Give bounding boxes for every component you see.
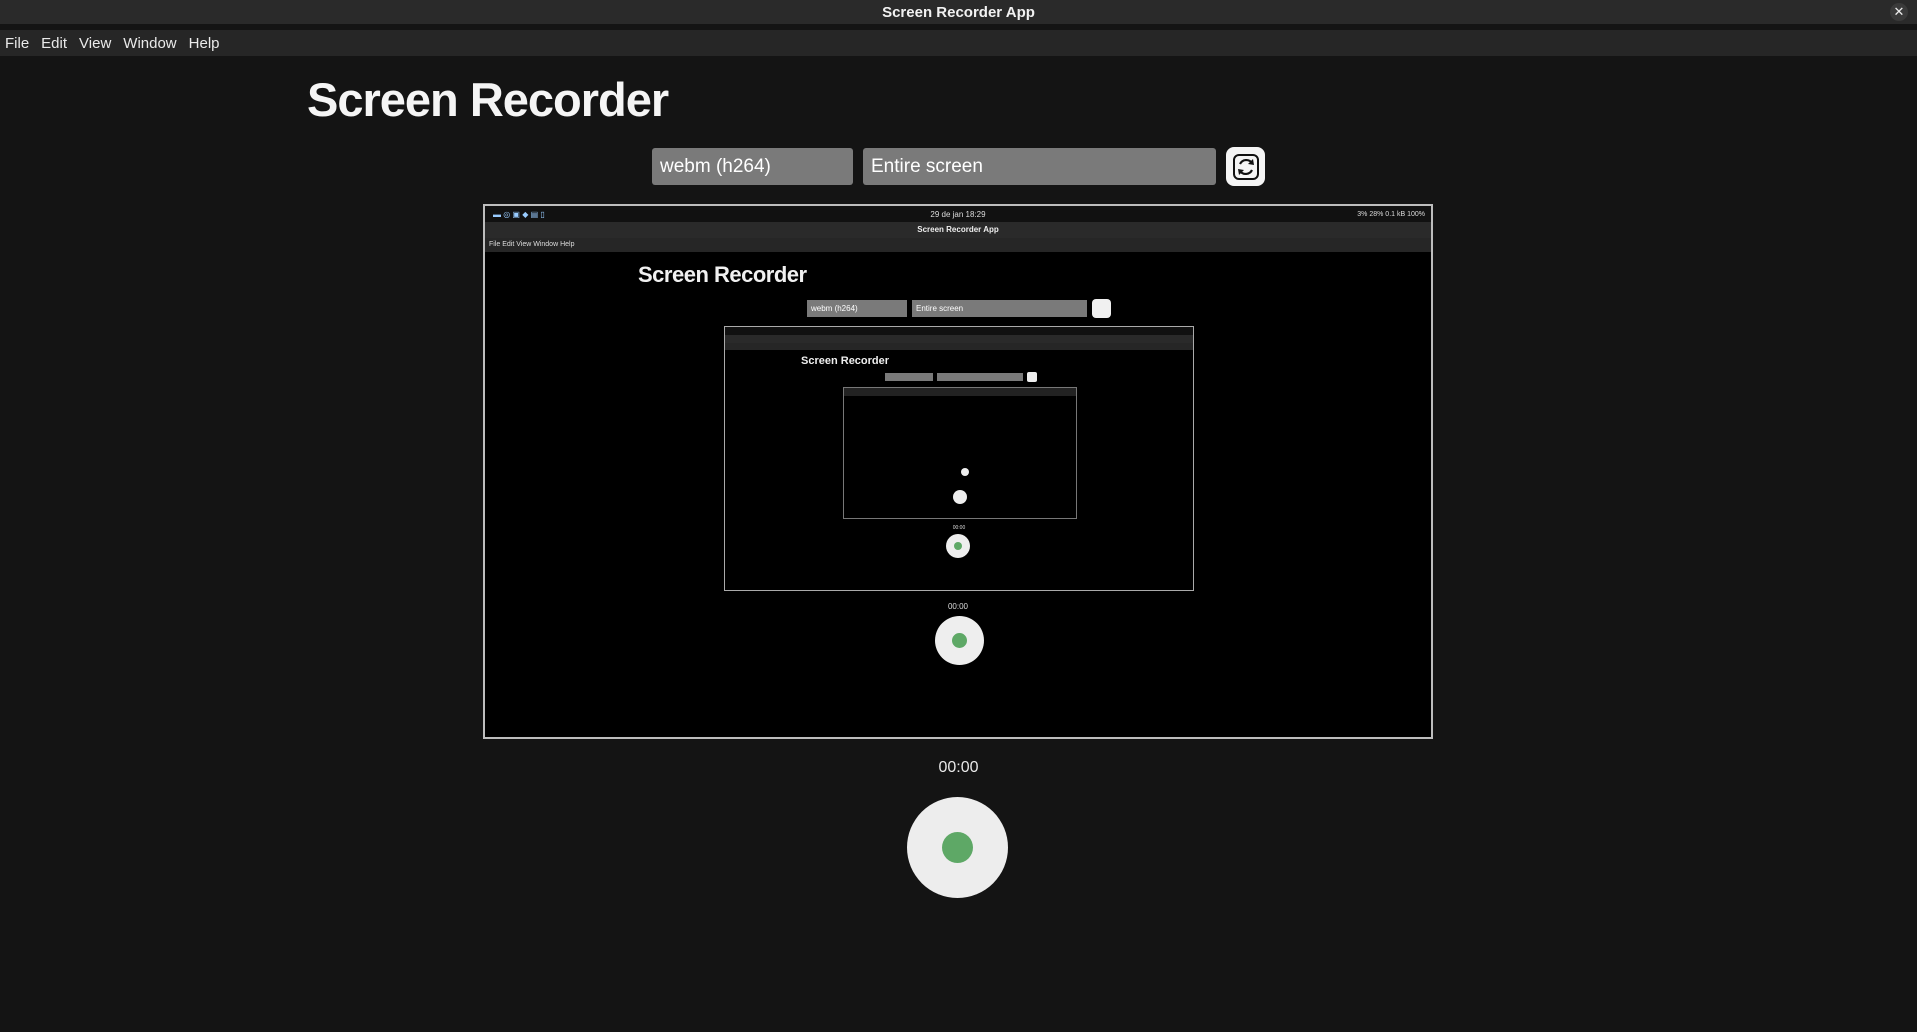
preview-system-topbar: ▬ ◎ ▣ ◆ ▤ ▯ 29 de jan 18:29 3% 28% 0.1 k… (485, 206, 1431, 222)
window-title: Screen Recorder App (882, 3, 1035, 21)
preview-dock-icons: ▬ ◎ ▣ ◆ ▤ ▯ (493, 209, 545, 219)
nested-titlebar (725, 335, 1193, 343)
inner-record-button (953, 490, 967, 504)
preview-menu: File Edit View Window Help (485, 238, 1431, 252)
record-dot-icon (942, 832, 973, 863)
refresh-icon (1232, 153, 1259, 180)
nested-heading: Screen Recorder (801, 355, 890, 367)
inner-record-dot (961, 468, 969, 476)
format-select[interactable]: webm (h264) (652, 148, 853, 185)
preview-refresh-icon (1092, 299, 1111, 318)
record-button[interactable] (907, 797, 1008, 898)
menu-file[interactable]: File (5, 35, 29, 52)
nested-refresh-icon (1027, 372, 1037, 382)
nested-record-dot (954, 542, 962, 550)
preview-record-button (935, 616, 984, 665)
menu-bar: File Edit View Window Help (0, 30, 1917, 56)
preview-controls: webm (h264) Entire screen (807, 299, 1111, 318)
preview-source-select: Entire screen (912, 300, 1087, 317)
screen-preview: ▬ ◎ ▣ ◆ ▤ ▯ 29 de jan 18:29 3% 28% 0.1 k… (483, 204, 1433, 739)
nested-record-button (946, 534, 970, 558)
preview-format-select: webm (h264) (807, 300, 907, 317)
preview-record-dot (952, 633, 967, 648)
preview-window-title: Screen Recorder App (485, 222, 1431, 238)
nested-inner-preview (843, 387, 1077, 519)
preview-heading: Screen Recorder (638, 262, 807, 287)
recording-timer: 00:00 (938, 759, 979, 776)
nested-source-select (937, 373, 1023, 381)
source-select[interactable]: Entire screen (863, 148, 1216, 185)
menu-help[interactable]: Help (189, 35, 220, 52)
main-content: Screen Recorder webm (h264) Entire scree… (0, 56, 1917, 1032)
page-title: Screen Recorder (307, 73, 669, 126)
preview-timer: 00:00 (947, 602, 969, 611)
nested-format-select (885, 373, 933, 381)
inner-bars (844, 388, 1076, 396)
preview-nested-preview: Screen Recorder 00:00 (724, 326, 1194, 591)
preview-clock: 29 de jan 18:29 (930, 209, 986, 219)
controls-row: webm (h264) Entire screen (652, 147, 1265, 186)
menu-edit[interactable]: Edit (41, 35, 67, 52)
nested-topbar (725, 327, 1193, 335)
nested-menubar (725, 343, 1193, 350)
close-icon[interactable]: ✕ (1890, 3, 1908, 21)
nested-timer: 00:00 (952, 525, 966, 531)
menu-view[interactable]: View (79, 35, 111, 52)
window-titlebar: Screen Recorder App ✕ (0, 0, 1917, 24)
preview-tray: 3% 28% 0.1 kB 100% (1357, 210, 1425, 218)
refresh-button[interactable] (1226, 147, 1265, 186)
menu-window[interactable]: Window (123, 35, 176, 52)
